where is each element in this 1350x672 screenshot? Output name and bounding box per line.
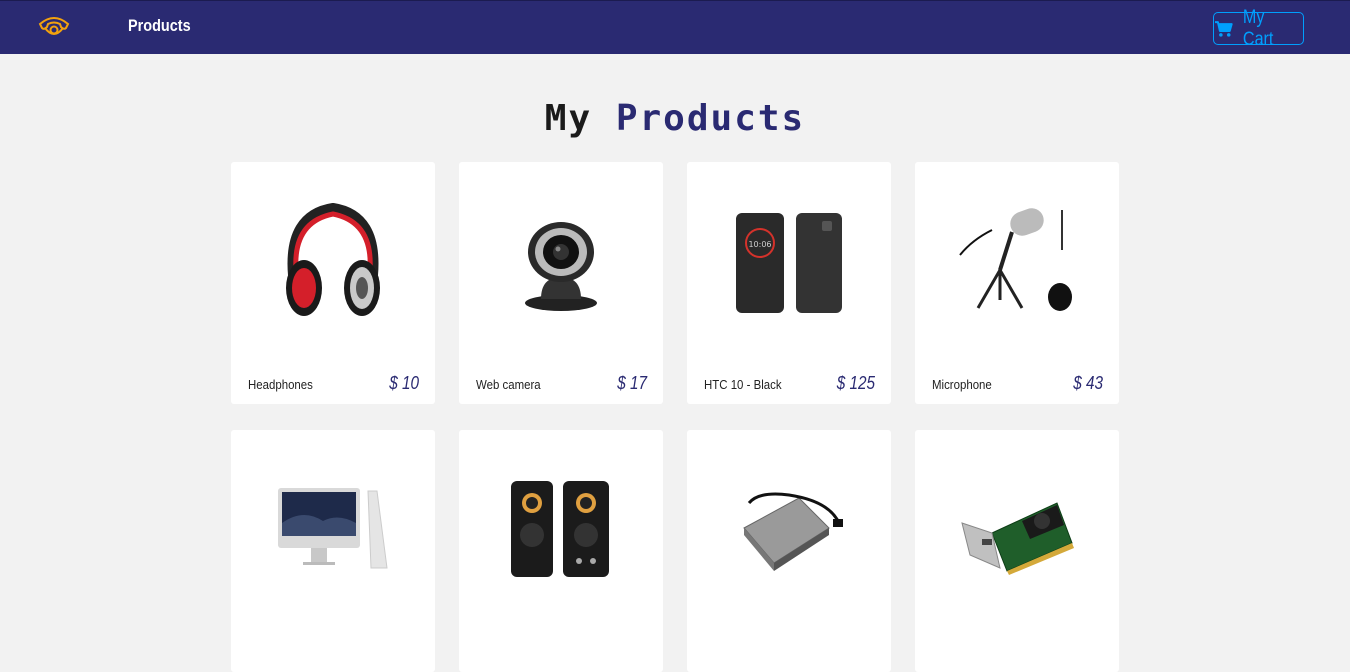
phone-image-icon: 10:06 — [687, 192, 891, 332]
product-price: $ 43 — [1073, 373, 1103, 393]
product-price: $ 10 — [389, 373, 419, 393]
product-card[interactable]: Headphones $ 10 — [231, 162, 435, 404]
headphones-icon — [231, 192, 435, 332]
phone-icon[interactable] — [36, 14, 72, 42]
product-card[interactable] — [687, 430, 891, 672]
webcam-icon — [459, 192, 663, 332]
my-cart-button[interactable]: My Cart — [1213, 7, 1304, 50]
product-name: Web camera — [476, 377, 541, 392]
product-card[interactable]: Microphone $ 43 — [915, 162, 1119, 404]
product-card[interactable] — [915, 430, 1119, 672]
microphone-icon — [915, 192, 1119, 332]
product-price: $ 17 — [617, 373, 647, 393]
product-card[interactable]: Web camera $ 17 — [459, 162, 663, 404]
product-card[interactable] — [459, 430, 663, 672]
speakers-icon — [459, 460, 663, 600]
page-title-part1: My — [544, 98, 593, 139]
hard-drive-icon — [687, 460, 891, 600]
product-card[interactable]: 10:06 HTC 10 - Black $ 125 — [687, 162, 891, 404]
page-title-part2: Products — [615, 98, 806, 139]
nav-products-link[interactable]: Products — [128, 16, 191, 36]
page-title: My Products — [0, 98, 1350, 139]
svg-text:10:06: 10:06 — [748, 240, 771, 249]
navbar: Products My Cart — [0, 0, 1350, 54]
product-name: Microphone — [932, 377, 992, 392]
imac-icon — [231, 460, 435, 600]
graphics-card-icon — [915, 460, 1119, 600]
product-price: $ 125 — [836, 373, 875, 393]
cart-label: My Cart — [1242, 6, 1274, 50]
product-card[interactable] — [231, 430, 435, 672]
product-name: HTC 10 - Black — [704, 377, 782, 392]
product-name: Headphones — [248, 377, 313, 392]
cart-icon — [1214, 20, 1233, 37]
